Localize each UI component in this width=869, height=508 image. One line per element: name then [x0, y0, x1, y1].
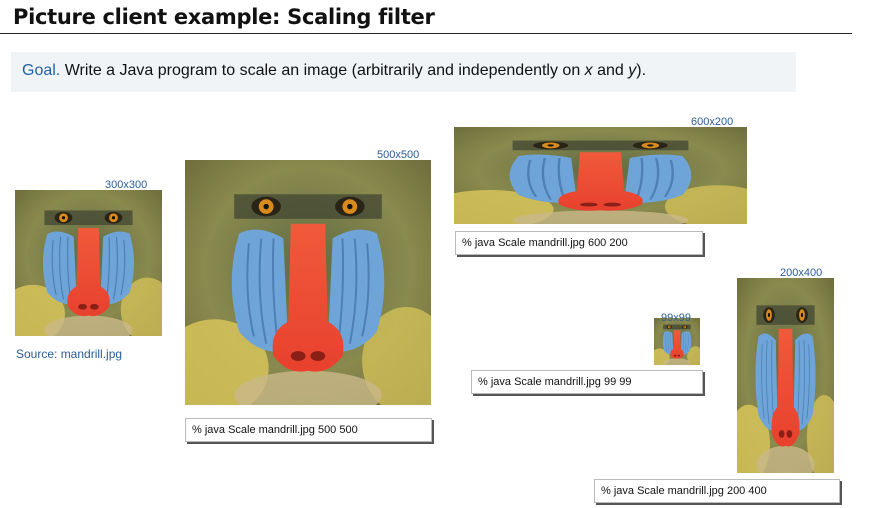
size-label-600x200: 600x200 [691, 116, 734, 128]
command-600x200: % java Scale mandrill.jpg 600 200 [455, 231, 703, 255]
title-divider [0, 33, 852, 34]
command-99x99: % java Scale mandrill.jpg 99 99 [471, 370, 703, 394]
mandrill-image-500x500 [185, 160, 431, 405]
command-200x400: % java Scale mandrill.jpg 200 400 [594, 479, 840, 503]
goal-end: ). [636, 62, 647, 79]
goal-and: and [592, 62, 629, 79]
goal-lead: Goal. [22, 62, 61, 79]
size-label-200x400: 200x400 [780, 267, 823, 279]
size-label-300x300: 300x300 [105, 179, 148, 191]
goal-statement: Goal. Write a Java program to scale an i… [22, 62, 646, 80]
mandrill-image-99x99 [654, 318, 700, 365]
mandrill-image-600x200 [454, 127, 747, 224]
source-label: Source: mandrill.jpg [16, 347, 123, 361]
mandrill-image-200x400 [737, 278, 834, 473]
mandrill-image-300x300 [15, 190, 162, 336]
slide-title: Picture client example: Scaling filter [13, 5, 435, 29]
goal-x: x [584, 62, 593, 79]
goal-text-a: Write a Java program to scale an image (… [60, 62, 585, 79]
command-500x500: % java Scale mandrill.jpg 500 500 [185, 418, 432, 442]
goal-box: Goal. Write a Java program to scale an i… [11, 52, 796, 92]
size-label-500x500: 500x500 [377, 149, 420, 161]
size-label-99x99: 99x99 [661, 312, 691, 324]
